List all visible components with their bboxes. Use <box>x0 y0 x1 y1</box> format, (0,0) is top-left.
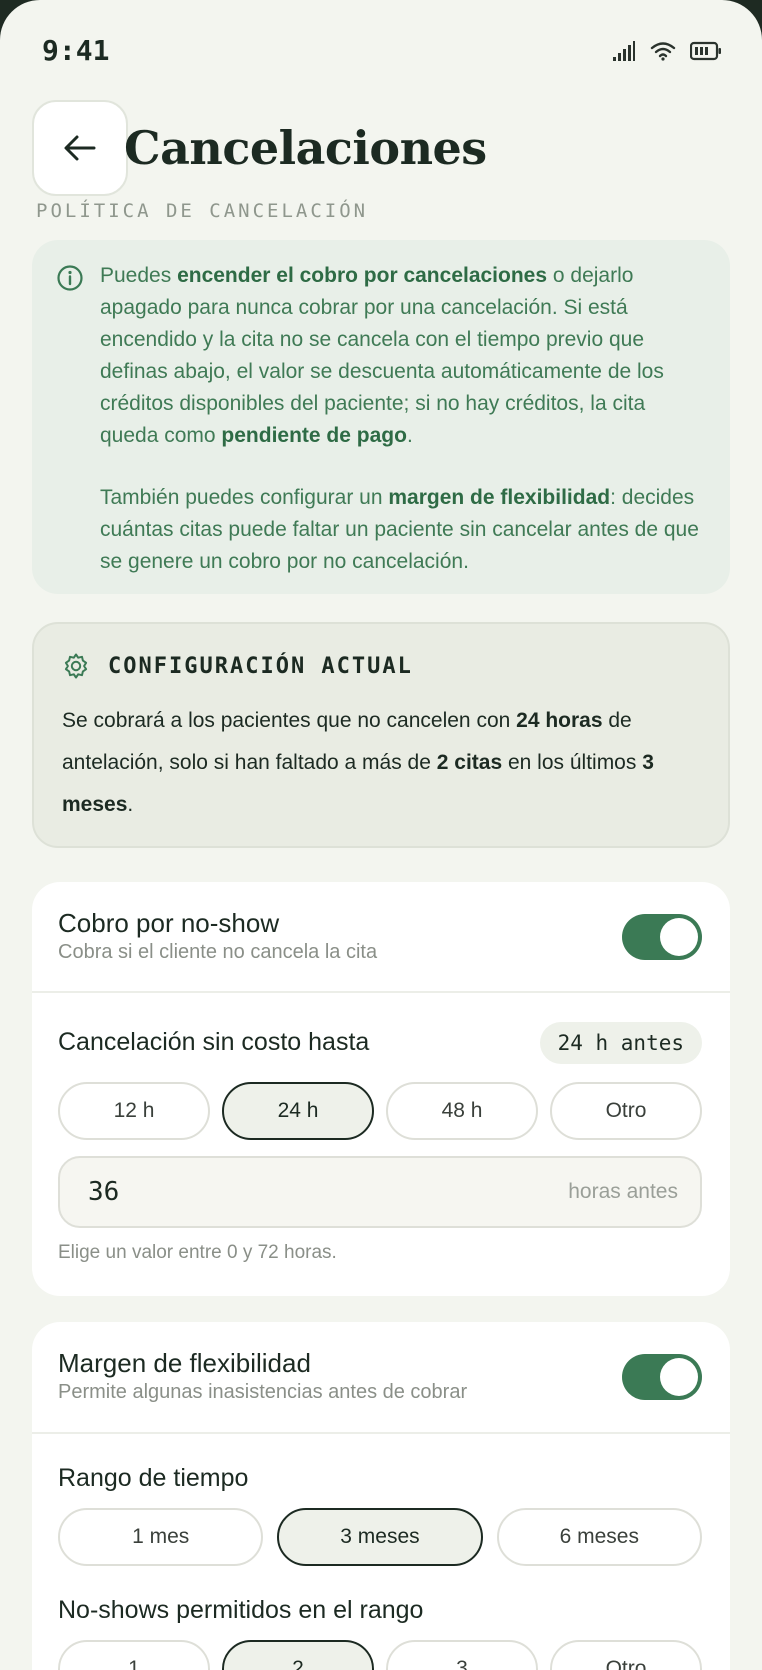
free-cancel-badge: 24 h antes <box>539 1022 702 1064</box>
status-icons <box>612 40 722 62</box>
flex-subtitle: Permite algunas inasistencias antes de c… <box>58 1381 468 1403</box>
noshow-card: Cobro por no-show Cobra si el cliente no… <box>32 882 730 1296</box>
count-label: No-shows permitidos en el rango <box>58 1596 424 1624</box>
emphasis-text: margen de flexibilidad <box>388 486 611 509</box>
hours-hint: Elige un valor entre 0 y 72 horas. <box>58 1242 337 1263</box>
range-options: 1 mes 3 meses 6 meses <box>58 1508 702 1566</box>
wifi-icon <box>650 42 676 61</box>
info-paragraph-1: Puedes encender el cobro por cancelacion… <box>100 260 706 452</box>
body-text: Puedes <box>100 264 178 287</box>
divider <box>32 991 730 993</box>
range-option-1-mes[interactable]: 1 mes <box>58 1508 264 1566</box>
noshow-subtitle: Cobra si el cliente no cancela la cita <box>58 941 378 963</box>
count-option-1[interactable]: 1 <box>58 1640 210 1670</box>
count-option-other[interactable]: Otro <box>550 1640 702 1670</box>
custom-hours-input[interactable]: 36 horas antes <box>58 1156 702 1228</box>
option-24h[interactable]: 24 h <box>222 1082 374 1140</box>
back-button[interactable] <box>32 100 128 196</box>
option-other[interactable]: Otro <box>550 1082 702 1140</box>
arrow-left-icon <box>64 135 96 161</box>
status-time: 9:41 <box>42 34 110 67</box>
noshow-title: Cobro por no-show <box>58 908 280 938</box>
info-icon <box>57 265 83 291</box>
custom-hours-unit: horas antes <box>568 1180 678 1203</box>
noshow-header: Cobro por no-show Cobra si el cliente no… <box>58 908 704 964</box>
gear-icon <box>64 653 88 679</box>
range-option-3-meses[interactable]: 3 meses <box>277 1508 483 1566</box>
body-text: Se cobrará a los pacientes que no cancel… <box>62 709 517 732</box>
body-text: o dejarlo apagado para nunca cobrar por … <box>100 264 664 447</box>
emphasis-text: 2 citas <box>436 751 503 774</box>
range-label: Rango de tiempo <box>58 1464 249 1492</box>
signal-icon <box>613 41 635 61</box>
option-48h[interactable]: 48 h <box>386 1082 538 1140</box>
body-text: . <box>406 424 413 447</box>
flex-title: Margen de flexibilidad <box>58 1348 311 1378</box>
emphasis-text: pendiente de pago <box>221 424 407 447</box>
config-summary: Se cobrará a los pacientes que no cancel… <box>62 700 704 826</box>
status-bar: 9:41 <box>0 0 762 100</box>
config-header: CONFIGURACIÓN ACTUAL <box>62 652 413 680</box>
page-title: Cancelaciones <box>124 121 487 175</box>
info-paragraph-2: También puedes configurar un margen de f… <box>100 482 706 578</box>
emphasis-text: 24 horas <box>516 709 603 732</box>
flex-header: Margen de flexibilidad Permite algunas i… <box>58 1348 704 1404</box>
free-cancel-label: Cancelación sin costo hasta <box>58 1028 370 1056</box>
toggle-knob <box>660 1358 698 1396</box>
toggle-knob <box>660 918 698 956</box>
config-title: CONFIGURACIÓN ACTUAL <box>108 653 413 679</box>
emphasis-text: encender el cobro por cancelaciones <box>177 264 548 287</box>
app-screen: 9:41 Cancelaciones POLÍTICA DE CANCELACI… <box>0 0 762 1670</box>
divider <box>32 1432 730 1434</box>
count-options: 1 2 3 Otro <box>58 1640 702 1670</box>
body-text: . <box>127 793 134 816</box>
count-option-2[interactable]: 2 <box>222 1640 374 1670</box>
noshow-toggle[interactable] <box>622 914 702 960</box>
flexibility-card: Margen de flexibilidad Permite algunas i… <box>32 1322 730 1670</box>
current-config-card: CONFIGURACIÓN ACTUAL Se cobrará a los pa… <box>32 622 730 848</box>
count-option-3[interactable]: 3 <box>386 1640 538 1670</box>
body-text: También puedes configurar un <box>100 486 389 509</box>
body-text: en los últimos <box>502 751 643 774</box>
range-option-6-meses[interactable]: 6 meses <box>496 1508 702 1566</box>
custom-hours-value: 36 <box>88 1177 120 1207</box>
battery-icon <box>690 41 721 61</box>
option-12h[interactable]: 12 h <box>58 1082 210 1140</box>
section-label: POLÍTICA DE CANCELACIÓN <box>36 200 369 222</box>
flex-toggle[interactable] <box>622 1354 702 1400</box>
hours-options: 12 h 24 h 48 h Otro <box>58 1082 702 1140</box>
info-box: Puedes encender el cobro por cancelacion… <box>32 240 730 594</box>
